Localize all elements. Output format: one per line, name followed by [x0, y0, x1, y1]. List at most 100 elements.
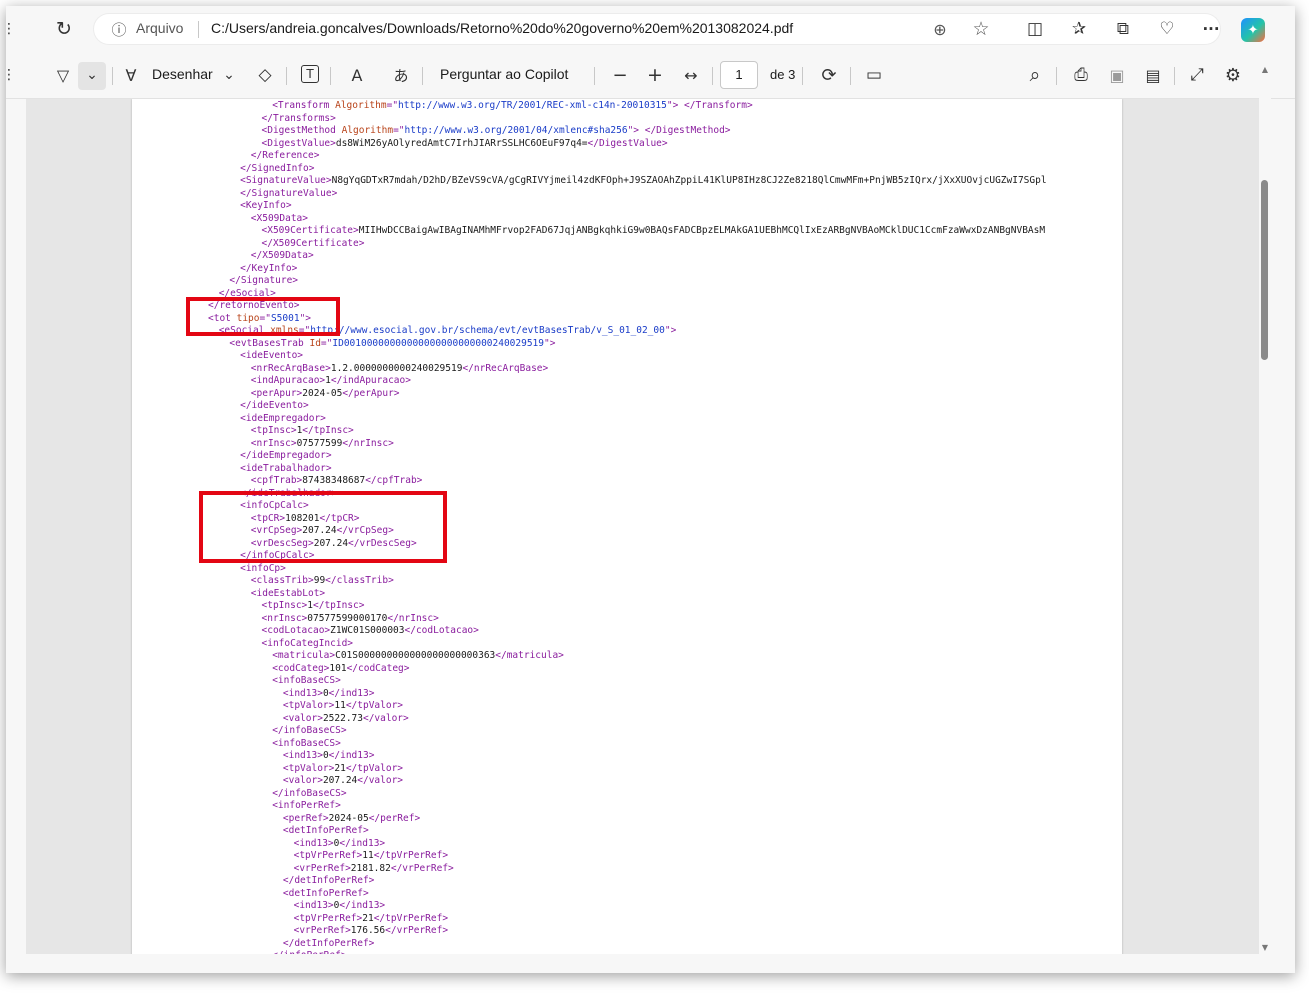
highlight-box-tot: [186, 297, 340, 336]
xml-line: <matricula>C01S000000000000000000000363<…: [272, 650, 564, 661]
xml-line: <infoCategIncid>: [261, 637, 354, 649]
file-scheme-label: Arquivo: [136, 20, 184, 36]
xml-line: <ideEvento>: [240, 350, 304, 361]
xml-line: <SignatureValue>N8gYqGDTxR7mdah/D2hD/BZe…: [240, 175, 1047, 186]
xml-line: <evtBasesTrab Id="ID00100000000000000000…: [229, 337, 556, 349]
favorites-icon[interactable]: ✰: [1068, 18, 1090, 40]
xml-line: <codLotacao>Z1WC01S000003</codLotacao>: [261, 625, 479, 636]
xml-line: <tpValor>11</tpValor>: [282, 700, 404, 711]
xml-line: <tpVrPerRef>11</tpVrPerRef>: [293, 850, 449, 861]
xml-line: <DigestValue>ds8WiM26yAOlyredAmtC7IrhJIA…: [261, 137, 668, 149]
xml-line: <ind13>0</ind13>: [293, 837, 386, 849]
zoom-icon[interactable]: ⊕: [930, 19, 950, 39]
page-number-input[interactable]: 1: [720, 61, 758, 89]
contents-icon[interactable]: ⋮: [6, 66, 16, 84]
xml-line: <tpInsc>1</tpInsc>: [261, 600, 365, 611]
save-as-icon[interactable]: ▤: [1142, 64, 1164, 86]
settings-icon[interactable]: ⚙: [1222, 64, 1244, 86]
xml-line: <nrInsc>07577599</nrInsc>: [250, 437, 394, 449]
xml-line: </detInfoPerRef>: [282, 937, 375, 949]
collections-icon[interactable]: ⧉: [1112, 18, 1134, 40]
pdf-viewport[interactable]: <Transform Algorithm="http://www.w3.org/…: [26, 99, 1259, 954]
refresh-icon[interactable]: ↻: [53, 18, 75, 40]
search-icon[interactable]: ⌕: [1024, 64, 1046, 86]
toolbar-divider: [1056, 67, 1057, 85]
xml-line: <ind13>0</ind13>: [282, 687, 375, 699]
toolbar-divider: [850, 67, 851, 85]
save-icon[interactable]: ▣: [1106, 64, 1128, 86]
draw-button[interactable]: Desenhar: [152, 66, 213, 82]
scroll-down-icon[interactable]: ▼: [1260, 942, 1270, 952]
xml-line: <classTrib>99</classTrib>: [250, 575, 394, 586]
xml-line: <KeyInfo>: [240, 200, 292, 211]
xml-line: </SignatureValue>: [240, 187, 338, 199]
xml-line: </ideEmpregador>: [240, 450, 332, 461]
xml-line: <perRef>2024-05</perRef>: [282, 812, 421, 824]
xml-line: <tpVrPerRef>21</tpVrPerRef>: [293, 912, 449, 924]
xml-line: <nrRecArqBase>1.2.0000000000240029519</n…: [250, 362, 549, 374]
address-bar-row: ⋮ ↻ ⓘ Arquivo C:/Users/andreia.goncalves…: [6, 6, 1295, 52]
page-view-icon[interactable]: ▭: [863, 64, 885, 86]
scrollbar-thumb[interactable]: [1261, 180, 1268, 360]
toolbar-divider: [112, 67, 113, 85]
xml-line: <DigestMethod Algorithm="http://www.w3.o…: [261, 125, 731, 136]
xml-line: <infoPerRef>: [272, 800, 341, 811]
ask-copilot-button[interactable]: Perguntar ao Copilot: [440, 66, 568, 82]
draw-icon[interactable]: ∀: [120, 64, 142, 86]
xml-line: <infoBaseCS>: [272, 675, 341, 686]
xml-line: </X509Data>: [250, 250, 314, 261]
pdf-page: <Transform Algorithm="http://www.w3.org/…: [132, 99, 1122, 954]
xml-line: <ind13>0</ind13>: [282, 750, 375, 761]
xml-line: <ideEmpregador>: [240, 412, 326, 424]
toolbar-divider: [712, 67, 713, 85]
read-aloud-icon[interactable]: A: [346, 64, 368, 86]
vertical-scrollbar[interactable]: ▲ ▼: [1259, 62, 1271, 957]
print-icon[interactable]: ⎙: [1070, 64, 1092, 86]
eraser-icon[interactable]: ◇: [254, 64, 276, 86]
xml-line: </infoBaseCS>: [272, 725, 347, 736]
more-options-icon[interactable]: ···: [1200, 18, 1222, 40]
xml-line: </Signature>: [229, 275, 299, 286]
rotate-icon[interactable]: ⟳: [818, 64, 840, 86]
favorite-star-icon[interactable]: ☆: [970, 18, 992, 40]
pdf-toolbar: ⋮ ▽ ⌄ ∀ Desenhar ⌄ ◇ T A あ Perguntar ao …: [6, 52, 1295, 99]
scroll-up-icon[interactable]: ▲: [1260, 64, 1270, 74]
copilot-icon[interactable]: ✦: [1241, 18, 1265, 42]
toolbar-divider: [802, 67, 803, 85]
chevron-down-icon: ⌄: [86, 67, 98, 83]
zoom-out-button[interactable]: −: [610, 64, 630, 86]
xml-line: <indApuracao>1</indApuracao>: [250, 375, 411, 386]
xml-line: <tpValor>21</tpValor>: [282, 762, 404, 774]
text-box-icon[interactable]: T: [301, 65, 319, 83]
split-screen-icon[interactable]: ◫: [1024, 18, 1046, 40]
url-text[interactable]: C:/Users/andreia.goncalves/Downloads/Ret…: [211, 20, 793, 36]
xml-line: <tpInsc>1</tpInsc>: [250, 425, 354, 436]
translate-icon[interactable]: あ: [390, 64, 412, 86]
xml-line: <infoBaseCS>: [272, 737, 341, 749]
xml-line: <ideEstabLot>: [250, 587, 326, 599]
zoom-in-button[interactable]: +: [644, 64, 666, 86]
xml-line: <X509Certificate>MIIHwDCCBaigAwIBAgINAMh…: [261, 225, 1046, 236]
chevron-down-icon[interactable]: ⌄: [220, 64, 238, 86]
xml-line: <cpfTrab>87438348687</cpfTrab>: [250, 475, 423, 486]
highlight-options-button[interactable]: ⌄: [78, 62, 106, 90]
xml-line: <detInfoPerRef>: [282, 887, 369, 899]
highlight-icon[interactable]: ▽: [52, 64, 74, 86]
browser-essentials-icon[interactable]: ♡: [1156, 18, 1178, 40]
fit-to-width-icon[interactable]: ↔: [680, 64, 702, 86]
toolbar-divider: [1174, 67, 1175, 85]
xml-line: </ideEvento>: [240, 400, 309, 411]
xml-line: <Transform Algorithm="http://www.w3.org/…: [272, 100, 753, 111]
page-total-label: de 3: [770, 67, 796, 82]
xml-line: </infoPerRef>: [272, 950, 346, 954]
xml-line: <ideTrabalhador>: [240, 462, 332, 474]
fullscreen-icon[interactable]: ⤢: [1186, 64, 1208, 86]
tab-actions-icon[interactable]: ⋮: [6, 20, 16, 38]
xml-line: <nrInsc>07577599000170</nrInsc>: [261, 612, 439, 624]
address-divider: [198, 21, 199, 38]
info-icon[interactable]: ⓘ: [110, 20, 128, 39]
xml-line: </Reference>: [250, 150, 320, 161]
xml-line: </X509Certificate>: [261, 237, 365, 249]
address-bar[interactable]: ⓘ Arquivo C:/Users/andreia.goncalves/Dow…: [94, 14, 1220, 44]
xml-line: </SignedInfo>: [240, 162, 315, 174]
